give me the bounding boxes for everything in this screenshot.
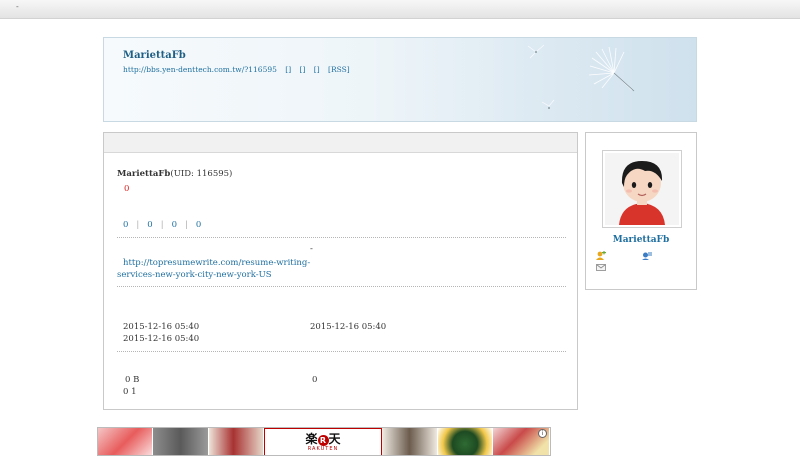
stat-posts[interactable]: 0: [172, 220, 177, 230]
stat-friends[interactable]: 0: [123, 220, 128, 230]
register-time: 2015-12-16 05:40: [123, 322, 200, 332]
ad-item-dress[interactable]: [381, 428, 438, 455]
greet-icon[interactable]: [642, 251, 652, 260]
rakuten-en: RAKUTEN: [307, 446, 339, 452]
ad-info-icon[interactable]: i: [538, 429, 547, 438]
space-usage: 0 B: [125, 375, 140, 385]
header-link-2[interactable]: []: [300, 65, 306, 74]
divider: [117, 286, 566, 287]
message-icon[interactable]: [596, 264, 606, 271]
profile-panel: MariettaFb(UID: 116595) 0 0 | 0 | 0 | 0 - http…: [103, 132, 578, 410]
profile-username: MariettaFb: [117, 169, 171, 179]
ad-item-shop[interactable]: i: [493, 428, 550, 455]
top-bar-mark: -: [16, 2, 19, 11]
profile-uid: (UID: 116595): [170, 169, 233, 179]
divider: [117, 237, 566, 238]
rakuten-jp-2: 天: [328, 432, 341, 446]
stat-visits[interactable]: 0: [147, 220, 152, 230]
avatar-image: [605, 153, 679, 225]
profile-title: MariettaFb(UID: 116595): [117, 169, 232, 179]
divider: [117, 351, 566, 352]
space-header: MariettaFb http://bbs.yen-denttech.com.t…: [103, 37, 697, 122]
avatar[interactable]: [602, 150, 682, 228]
dandelion-banner-art: [527, 44, 635, 109]
last-visit-time: 2015-12-16 05:40: [310, 322, 387, 332]
ad-item-food[interactable]: [98, 428, 153, 455]
ad-banner[interactable]: 楽R天 RAKUTEN i: [97, 427, 551, 456]
rakuten-r-mark: R: [317, 435, 329, 446]
sidebar-username[interactable]: MariettaFb: [586, 235, 696, 245]
ad-item-grill[interactable]: [437, 428, 494, 455]
stat-shares[interactable]: 0: [196, 220, 201, 230]
last-active-time: 2015-12-16 05:40: [123, 334, 200, 344]
credit-value: 0: [312, 375, 318, 385]
add-friend-icon[interactable]: [596, 251, 606, 260]
space-links: http://bbs.yen-denttech.com.tw/?116595 […: [123, 65, 356, 74]
rakuten-logo[interactable]: 楽R天 RAKUTEN: [264, 428, 382, 455]
profile-score: 0: [124, 184, 130, 194]
ad-item-coat[interactable]: [208, 428, 265, 455]
rss-link[interactable]: [RSS]: [328, 65, 350, 74]
top-bar: -: [0, 0, 800, 19]
homepage-link[interactable]: http://topresumewrite.com/resume-writing…: [123, 258, 310, 268]
rakuten-jp-1: 楽: [305, 432, 318, 446]
profile-sidebar: MariettaFb: [585, 132, 697, 290]
homepage-link-cont[interactable]: services-new-york-city-new-york-US: [117, 270, 272, 280]
header-link-1[interactable]: []: [285, 65, 291, 74]
ad-item-jackets[interactable]: [152, 428, 209, 455]
posts-line: 0 1: [123, 387, 137, 397]
header-link-3[interactable]: []: [314, 65, 320, 74]
profile-dash: -: [310, 244, 313, 254]
space-url-link[interactable]: http://bbs.yen-denttech.com.tw/?116595: [123, 65, 277, 74]
profile-panel-titlebar: [104, 133, 577, 153]
profile-stats-row: 0 | 0 | 0 | 0: [123, 220, 202, 230]
space-owner-name[interactable]: MariettaFb: [123, 50, 186, 61]
